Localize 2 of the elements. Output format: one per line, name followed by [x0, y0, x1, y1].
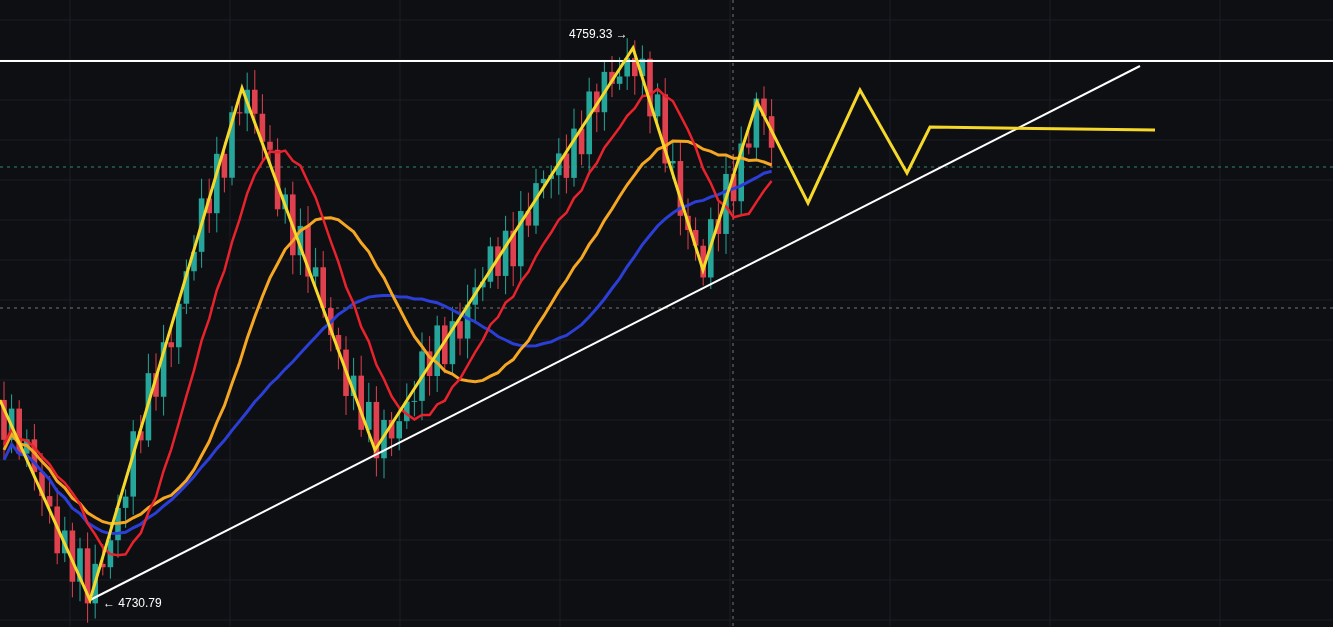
low-price-label: ← 4730.79: [103, 596, 162, 610]
high-price-label: 4759.33 →: [569, 27, 628, 41]
